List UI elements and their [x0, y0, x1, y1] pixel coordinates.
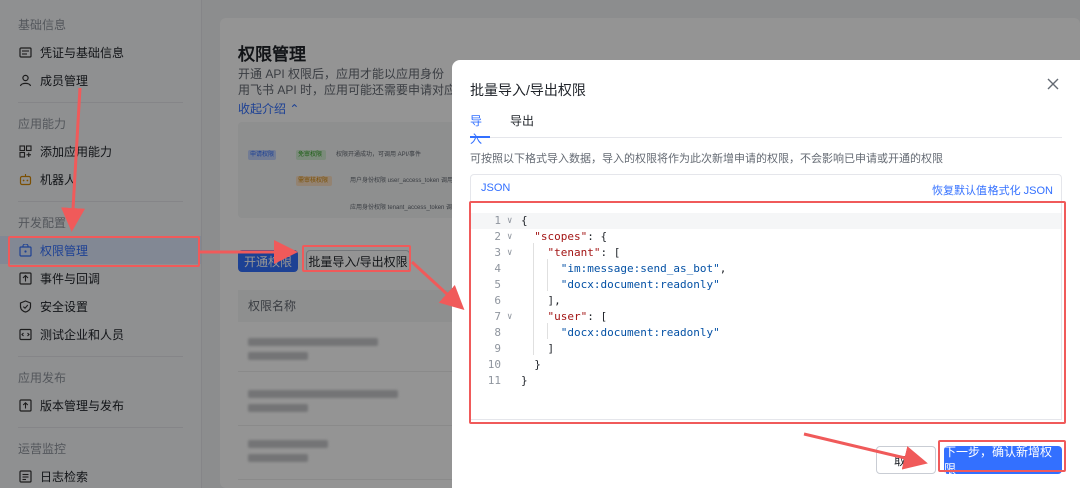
- json-tab[interactable]: JSON: [481, 175, 511, 203]
- annotation-highlight-sidebar: [8, 236, 200, 267]
- tab-import[interactable]: 导入: [470, 112, 490, 146]
- editor-header: JSON 恢复默认值 格式化 JSON: [470, 174, 1062, 203]
- import-hint: 可按照以下格式导入数据，导入的权限将作为此次新增申请的权限，不会影响已申请或开通…: [470, 153, 943, 165]
- tab-export[interactable]: 导出: [510, 112, 534, 138]
- annotation-highlight-batch-button: [302, 245, 411, 272]
- modal-title: 批量导入/导出权限: [470, 82, 586, 98]
- modal-tabs: 导入 导出: [470, 112, 1062, 146]
- annotation-highlight-next-button: [938, 440, 1066, 472]
- cancel-button[interactable]: 取消: [876, 446, 936, 474]
- close-icon[interactable]: [1044, 76, 1062, 94]
- annotation-highlight-editor: [469, 201, 1066, 424]
- format-json-link[interactable]: 格式化 JSON: [988, 182, 1053, 198]
- restore-default-link[interactable]: 恢复默认值: [932, 182, 987, 198]
